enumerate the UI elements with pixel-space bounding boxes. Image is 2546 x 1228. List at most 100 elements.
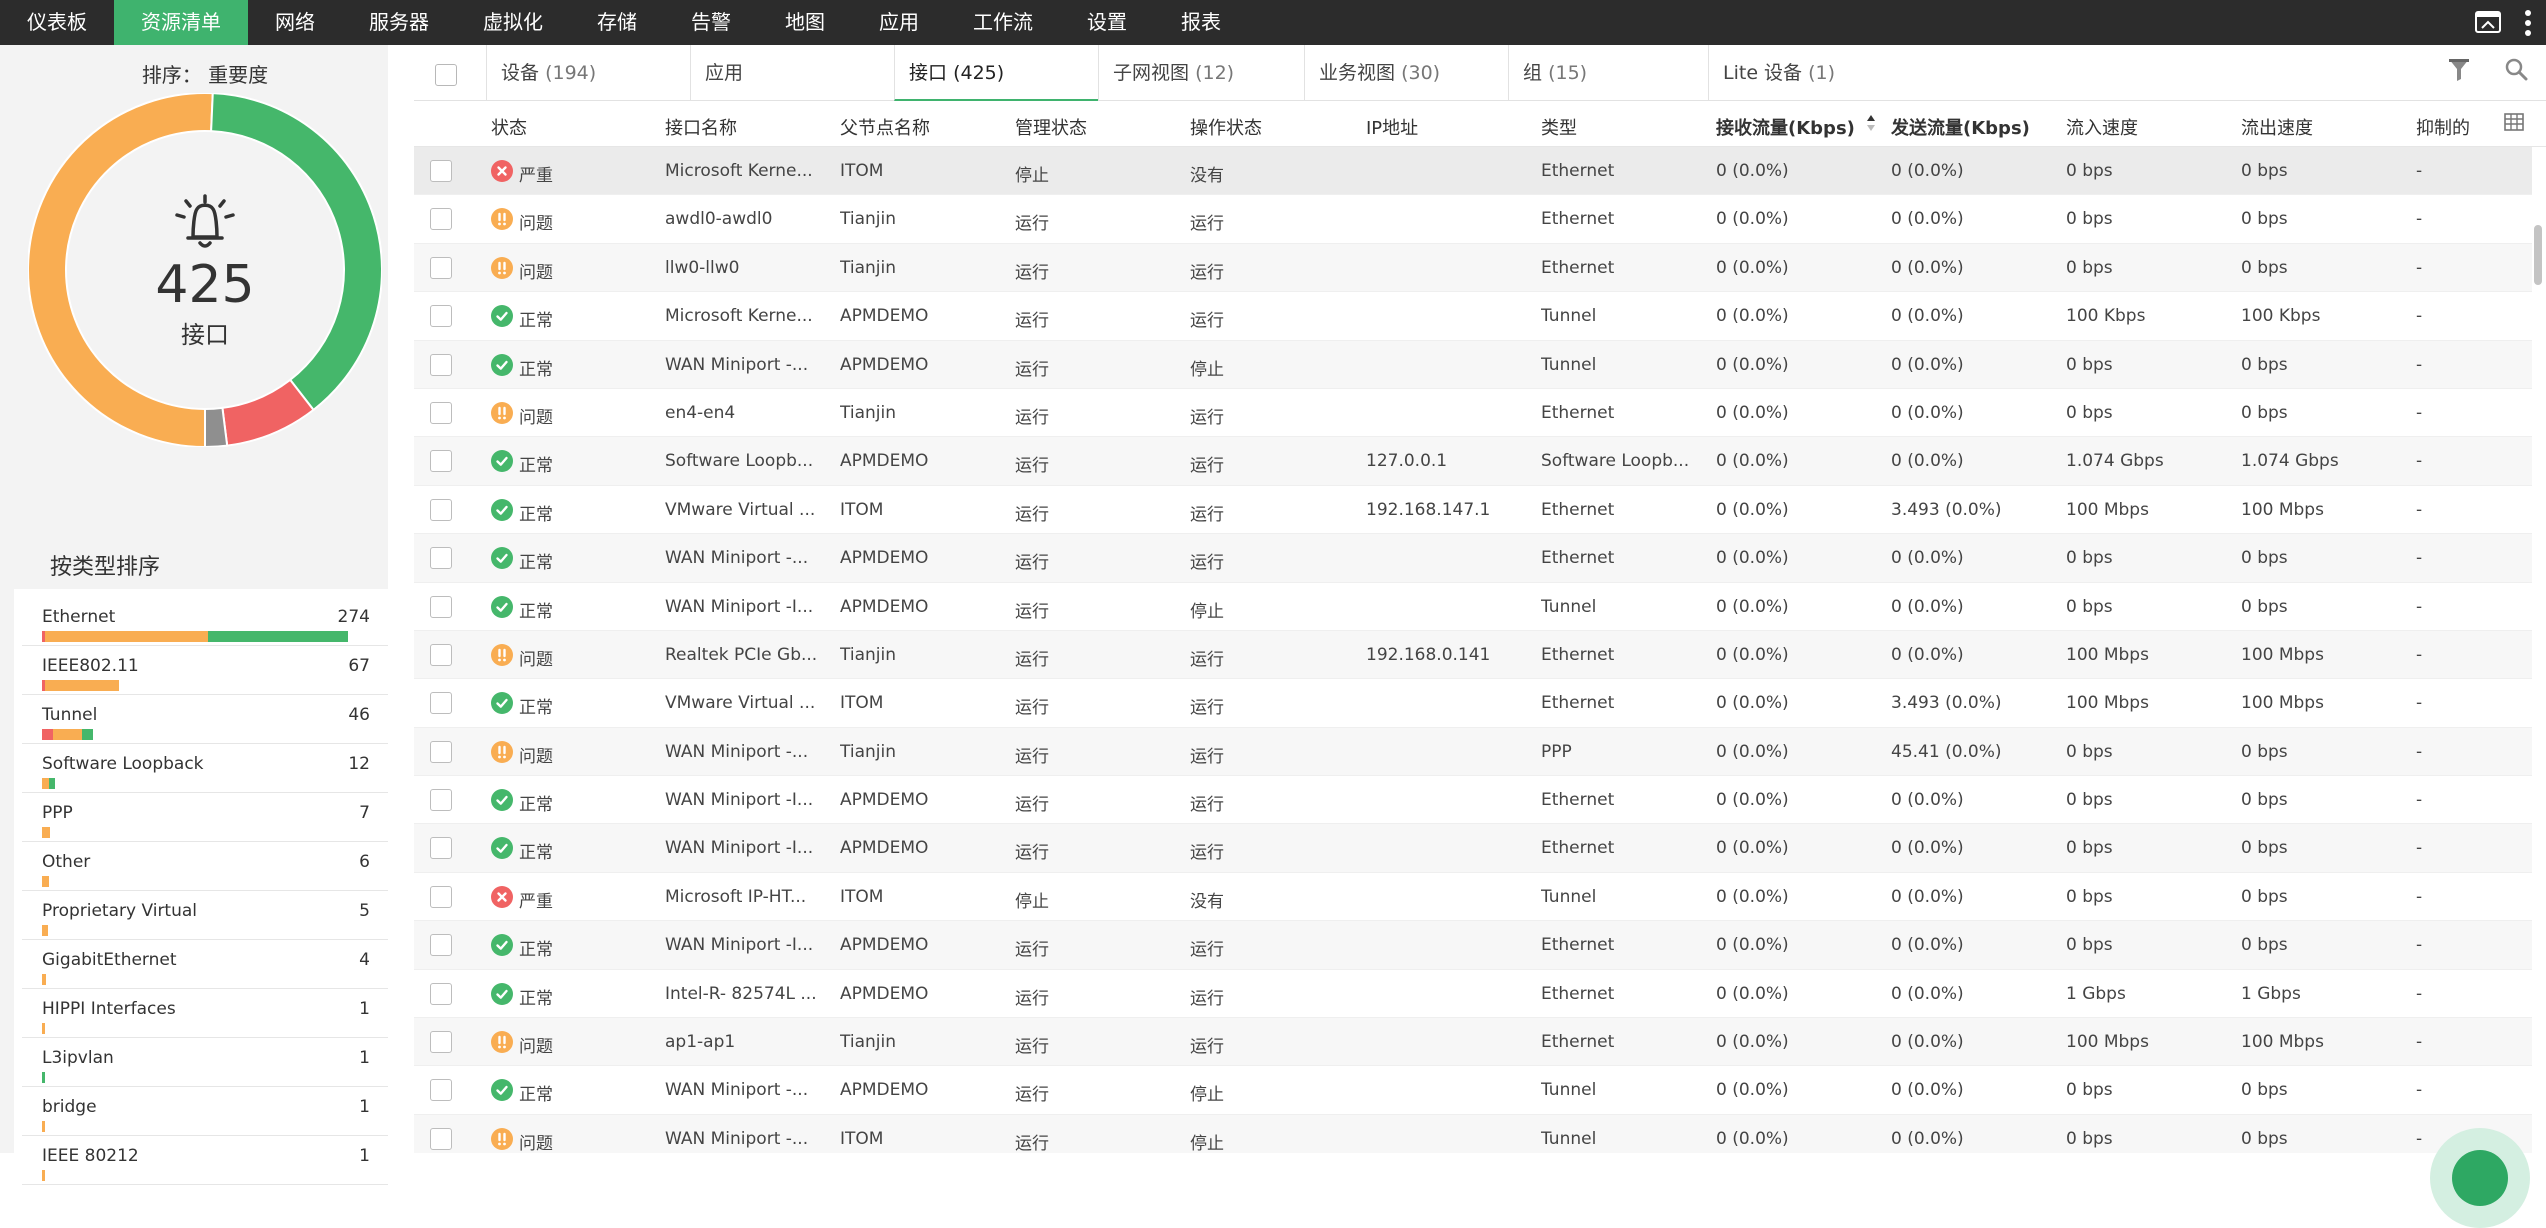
type-row[interactable]: Ethernet 274	[22, 597, 388, 646]
nav-item-6[interactable]: 告警	[664, 0, 758, 45]
row-checkbox[interactable]	[430, 595, 452, 618]
table-scrollbar[interactable]	[2534, 225, 2542, 285]
table-row[interactable]: 严重 Microsoft Kerne... ITOM 停止 没有 Ethernet 0 (0…	[414, 147, 2532, 196]
row-checkbox[interactable]	[430, 305, 452, 328]
type-row[interactable]: Proprietary Virtual 5	[22, 891, 388, 940]
filter-icon[interactable]	[2448, 57, 2470, 87]
table-row[interactable]: 正常 Intel-R- 82574L ... APMDEMO 运行 运行 Ethernet…	[414, 970, 2532, 1019]
interface-name[interactable]: Software Loopb...	[665, 451, 813, 471]
column-header-5[interactable]: IP地址	[1366, 114, 1418, 140]
row-checkbox[interactable]	[430, 353, 452, 376]
table-row[interactable]: 正常 WAN Miniport -I... APMDEMO 运行 停止 Tunnel 0 (…	[414, 583, 2532, 631]
interface-name[interactable]: WAN Miniport -...	[665, 548, 808, 568]
interface-name[interactable]: WAN Miniport -I...	[665, 838, 813, 858]
row-checkbox[interactable]	[430, 208, 452, 231]
type-row[interactable]: Tunnel 46	[22, 695, 388, 744]
table-row[interactable]: 问题 awdl0-awdl0 Tianjin 运行 运行 Ethernet 0 (0.0%)…	[414, 195, 2532, 244]
interface-name[interactable]: VMware Virtual ...	[665, 500, 815, 520]
type-row[interactable]: IEEE802.11 67	[22, 646, 388, 695]
interface-name[interactable]: WAN Miniport -I...	[665, 597, 813, 617]
select-all-checkbox[interactable]	[435, 64, 457, 86]
column-header-8[interactable]: 发送流量(Kbps)	[1891, 114, 2030, 140]
interface-name[interactable]: awdl0-awdl0	[665, 209, 772, 229]
type-row[interactable]: PPP 7	[22, 793, 388, 842]
table-row[interactable]: 正常 WAN Miniport -I... APMDEMO 运行 运行 Ethernet 0…	[414, 776, 2532, 825]
type-row[interactable]: bridge 1	[22, 1087, 388, 1136]
row-checkbox[interactable]	[430, 256, 452, 279]
table-row[interactable]: 问题 ap1-ap1 Tianjin 运行 运行 Ethernet 0 (0.0%) 0 (0…	[414, 1018, 2532, 1067]
table-row[interactable]: 问题 Realtek PCIe Gb... Tianjin 运行 运行 192.168.0…	[414, 630, 2532, 680]
table-row[interactable]: 正常 VMware Virtual ... ITOM 运行 运行 192.168.147.…	[414, 486, 2532, 535]
interface-name[interactable]: Microsoft Kerne...	[665, 161, 813, 181]
type-row[interactable]: Other 6	[22, 842, 388, 891]
interface-name[interactable]: Intel-R- 82574L ...	[665, 984, 817, 1004]
row-checkbox[interactable]	[430, 740, 452, 763]
column-header-7[interactable]: 接收流量(Kbps)	[1716, 114, 1855, 140]
nav-item-10[interactable]: 设置	[1060, 0, 1154, 45]
column-header-4[interactable]: 操作状态	[1190, 114, 1262, 140]
table-row[interactable]: 正常 WAN Miniport -... APMDEMO 运行 运行 Ethernet 0 …	[414, 534, 2532, 583]
nav-item-3[interactable]: 服务器	[342, 0, 456, 45]
screen-share-icon[interactable]	[2474, 10, 2502, 36]
interface-name[interactable]: WAN Miniport -...	[665, 355, 808, 375]
nav-item-0[interactable]: 仪表板	[0, 0, 114, 45]
table-row[interactable]: 正常 WAN Miniport -... APMDEMO 运行 停止 Tunnel 0 (0…	[414, 1066, 2532, 1115]
tab-5[interactable]: 组 (15)	[1508, 45, 1708, 101]
interface-name[interactable]: Microsoft Kerne...	[665, 306, 813, 326]
column-header-11[interactable]: 抑制的	[2416, 114, 2470, 140]
search-icon[interactable]	[2504, 57, 2528, 87]
interface-name[interactable]: Realtek PCIe Gb...	[665, 645, 817, 665]
nav-item-2[interactable]: 网络	[248, 0, 342, 45]
type-row[interactable]: IEEE 80212 1	[22, 1136, 388, 1185]
interface-name[interactable]: WAN Miniport -...	[665, 1129, 808, 1149]
table-row[interactable]: 正常 WAN Miniport -I... APMDEMO 运行 运行 Ethernet 0…	[414, 921, 2532, 970]
row-checkbox[interactable]	[430, 837, 452, 860]
row-checkbox[interactable]	[430, 982, 452, 1005]
sort-title[interactable]: 排序： 重要度	[0, 59, 410, 88]
nav-item-5[interactable]: 存储	[570, 0, 664, 45]
column-header-3[interactable]: 管理状态	[1015, 114, 1087, 140]
interface-name[interactable]: Microsoft IP-HT...	[665, 887, 806, 907]
interface-name[interactable]: WAN Miniport -...	[665, 1080, 808, 1100]
table-row[interactable]: 问题 en4-en4 Tianjin 运行 运行 Ethernet 0 (0.0%) 0 (0…	[414, 389, 2532, 438]
interface-name[interactable]: llw0-llw0	[665, 258, 739, 278]
column-header-9[interactable]: 流入速度	[2066, 114, 2138, 140]
nav-item-11[interactable]: 报表	[1154, 0, 1248, 45]
type-row[interactable]: HIPPI Interfaces 1	[22, 989, 388, 1038]
row-checkbox[interactable]	[430, 885, 452, 908]
sort-asc-icon[interactable]	[1866, 113, 1876, 137]
tab-6[interactable]: Lite 设备 (1)	[1708, 45, 1918, 101]
nav-item-7[interactable]: 地图	[758, 0, 852, 45]
row-checkbox[interactable]	[430, 692, 452, 715]
column-header-6[interactable]: 类型	[1541, 114, 1577, 140]
row-checkbox[interactable]	[430, 547, 452, 570]
nav-item-9[interactable]: 工作流	[946, 0, 1060, 45]
table-row[interactable]: 正常 Software Loopb... APMDEMO 运行 运行 127.0.0.1 S…	[414, 437, 2532, 486]
row-checkbox[interactable]	[430, 401, 452, 424]
row-checkbox[interactable]	[430, 1079, 452, 1102]
table-row[interactable]: 问题 llw0-llw0 Tianjin 运行 运行 Ethernet 0 (0.0%) 0 …	[414, 243, 2532, 293]
row-checkbox[interactable]	[430, 789, 452, 812]
tab-1[interactable]: 应用	[690, 45, 894, 101]
tab-2[interactable]: 接口 (425)	[894, 45, 1098, 101]
row-checkbox[interactable]	[430, 1031, 452, 1054]
interface-name[interactable]: ap1-ap1	[665, 1032, 735, 1052]
table-row[interactable]: 正常 WAN Miniport -I... APMDEMO 运行 运行 Ethernet 0…	[414, 824, 2532, 873]
nav-item-1[interactable]: 资源清单	[114, 0, 248, 45]
more-vertical-icon[interactable]	[2524, 9, 2532, 37]
column-header-1[interactable]: 接口名称	[665, 114, 737, 140]
column-settings-icon[interactable]	[2504, 113, 2524, 135]
tab-3[interactable]: 子网视图 (12)	[1098, 45, 1304, 101]
column-header-10[interactable]: 流出速度	[2241, 114, 2313, 140]
nav-item-8[interactable]: 应用	[852, 0, 946, 45]
row-checkbox[interactable]	[430, 934, 452, 957]
table-row[interactable]: 问题 WAN Miniport -... Tianjin 运行 运行 PPP 0 (0.0%…	[414, 727, 2532, 777]
help-fab[interactable]	[2430, 1128, 2530, 1228]
nav-item-4[interactable]: 虚拟化	[456, 0, 570, 45]
table-row[interactable]: 问题 WAN Miniport -... ITOM 运行 停止 Tunnel 0 (0.0%…	[414, 1114, 2532, 1153]
interface-name[interactable]: WAN Miniport -...	[665, 742, 808, 762]
table-row[interactable]: 正常 WAN Miniport -... APMDEMO 运行 停止 Tunnel 0 (0…	[414, 340, 2532, 389]
table-row[interactable]: 正常 Microsoft Kerne... APMDEMO 运行 运行 Tunnel 0 (…	[414, 292, 2532, 341]
interface-name[interactable]: WAN Miniport -I...	[665, 790, 813, 810]
row-checkbox[interactable]	[430, 160, 452, 182]
